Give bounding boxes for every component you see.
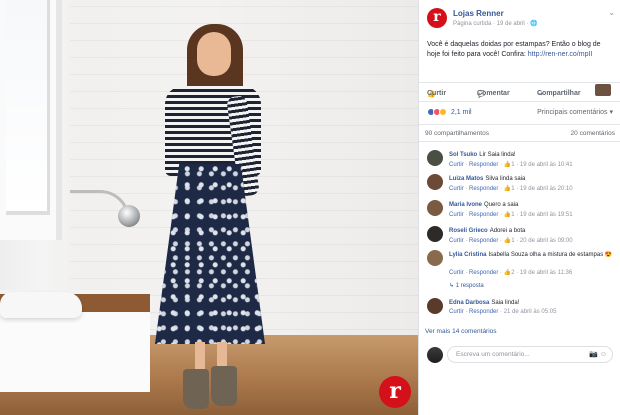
comment-like-count[interactable]: 1: [511, 162, 514, 168]
comment-like-link[interactable]: Curtir: [449, 186, 464, 192]
wow-reaction-icon: [439, 108, 447, 116]
commenter-avatar[interactable]: [427, 226, 443, 242]
comment-text: Isabella Souza olha a mistura de estampa…: [488, 252, 613, 258]
commenter-avatar[interactable]: [427, 200, 443, 216]
comment-text: Adorei a bota: [489, 228, 526, 234]
globe-icon: 🌐: [530, 21, 538, 27]
facebook-post-panel: r Lojas Renner Página curtida · 19 de ab…: [418, 0, 620, 415]
commenter-avatar[interactable]: [427, 298, 443, 314]
view-replies-link[interactable]: ↳ 1 resposta: [449, 282, 484, 289]
bench-front: [0, 312, 150, 392]
comment-sort-dropdown[interactable]: Principais comentários ▾: [537, 108, 613, 116]
comment-reply-link[interactable]: Responder: [469, 212, 498, 218]
emoji-icon[interactable]: ☺: [600, 351, 607, 358]
user-avatar[interactable]: [427, 347, 443, 363]
comment-time[interactable]: 20 de abril às 09:00: [520, 238, 573, 244]
camera-icon[interactable]: 📷: [589, 351, 598, 358]
commenter-name[interactable]: Roseli Grieco: [449, 228, 488, 234]
pillow: [0, 292, 82, 318]
model-figure: [145, 14, 265, 414]
page-avatar[interactable]: r: [427, 8, 447, 28]
comment-reply-link[interactable]: Responder: [469, 309, 498, 315]
comment-like-count[interactable]: 2: [511, 270, 514, 276]
chevron-down-icon[interactable]: ⌄: [608, 8, 615, 17]
comment-like-link[interactable]: Curtir: [449, 309, 464, 315]
commenter-avatar[interactable]: [427, 250, 443, 266]
commenter-name[interactable]: Maria Ivone: [449, 202, 482, 208]
post-header: r Lojas Renner Página curtida · 19 de ab…: [427, 8, 617, 32]
comment-time[interactable]: 19 de abril às 10:41: [520, 162, 573, 168]
comment-reply-link[interactable]: Responder: [469, 186, 498, 192]
comment-time[interactable]: 21 de abril às 05:05: [504, 309, 557, 315]
comment-reply-link[interactable]: Responder: [469, 238, 498, 244]
comment-time[interactable]: 19 de abril às 20:10: [520, 186, 573, 192]
commenter-avatar[interactable]: [427, 150, 443, 166]
commenter-avatar[interactable]: [427, 174, 443, 190]
comment-time[interactable]: 19 de abril às 19:51: [520, 212, 573, 218]
comment-text: Saia linda!: [491, 300, 520, 306]
profile-selector[interactable]: [595, 84, 611, 96]
post-photo[interactable]: r: [0, 0, 418, 415]
comment-like-link[interactable]: Curtir: [449, 270, 464, 276]
shares-count[interactable]: 90 compartilhamentos: [425, 130, 489, 137]
comment-composer: Escreva um comentário... 📷 ☺: [427, 346, 615, 364]
renner-logo-watermark: r: [379, 376, 411, 408]
reply-arrow-icon: ↳: [449, 283, 456, 289]
comment-like-count[interactable]: 1: [511, 212, 514, 218]
comment-input[interactable]: Escreva um comentário... 📷 ☺: [447, 346, 613, 363]
comment-like-link[interactable]: Curtir: [449, 212, 464, 218]
comment-text: Silva linda saia: [485, 176, 526, 182]
comment-like-count[interactable]: 1: [511, 186, 514, 192]
comment-like-count[interactable]: 1: [511, 238, 514, 244]
see-more-comments-link[interactable]: Ver mais 14 comentários: [425, 328, 497, 335]
commenter-name[interactable]: Edna Darbosa: [449, 300, 489, 306]
commenter-name[interactable]: Luiza Matos: [449, 176, 483, 182]
comment-reply-link[interactable]: Responder: [469, 162, 498, 168]
commenter-name[interactable]: Lylia Cristina: [449, 252, 486, 258]
post-text: Você é daquelas doidas por estampas? Ent…: [427, 41, 601, 58]
comment-input-placeholder: Escreva um comentário...: [456, 351, 530, 358]
reaction-icons[interactable]: [427, 108, 447, 116]
post-meta: Página curtida · 19 de abril · 🌐: [453, 21, 538, 27]
reaction-count[interactable]: 2,1 mil: [451, 109, 472, 116]
post-link[interactable]: http://ren-ner.co/mpII: [528, 51, 593, 58]
lamp-head: [118, 205, 140, 227]
comment-like-link[interactable]: Curtir: [449, 162, 464, 168]
comment-text: Quero a saia: [484, 202, 519, 208]
reactions-bar: 2,1 mil Principais comentários ▾: [427, 108, 613, 120]
post-actions: 👍 Curtir 💬 Comentar ↪ Compartilhar: [427, 84, 613, 98]
comment-like-link[interactable]: Curtir: [449, 238, 464, 244]
comments-count[interactable]: 20 comentários: [571, 130, 615, 137]
window: [0, 0, 62, 240]
commenter-name[interactable]: Sol Tsuko: [449, 152, 477, 158]
page-name-link[interactable]: Lojas Renner: [453, 9, 504, 18]
comment-text: Lir Saia linda!: [479, 152, 516, 158]
comment-reply-link[interactable]: Responder: [469, 270, 498, 276]
comment-time[interactable]: 19 de abril às 11:36: [520, 270, 572, 276]
